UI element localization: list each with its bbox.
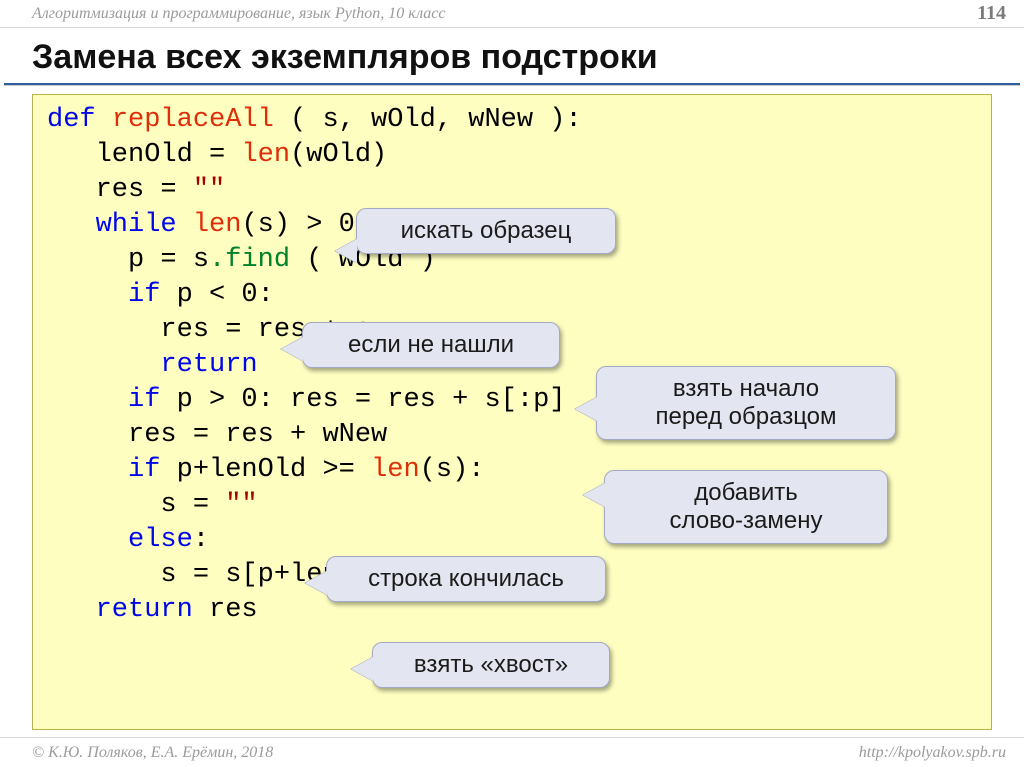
fn-len: len (193, 210, 242, 240)
fn-replaceAll: replaceAll (112, 105, 274, 135)
method-find: .find (209, 245, 290, 275)
kw-def: def (47, 105, 96, 135)
kw-return: return (96, 595, 193, 625)
callout-text: добавитьслово-замену (670, 479, 823, 534)
fn-len: len (241, 140, 290, 170)
kw-return: return (160, 350, 257, 380)
copyright: © К.Ю. Поляков, Е.А. Ерёмин, 2018 (32, 744, 273, 762)
str-empty: "" (193, 175, 225, 205)
callout-search-pattern: искать образец (356, 208, 616, 254)
page-number: 114 (977, 2, 1006, 25)
callout-take-head: взять началоперед образцом (596, 366, 896, 440)
callout-add-replace: добавитьслово-замену (604, 470, 888, 544)
callout-pointer-icon (281, 337, 303, 361)
callout-text: взять «хвост» (414, 651, 568, 678)
str-empty: "" (225, 490, 257, 520)
kw-else: else (128, 525, 193, 555)
callout-pointer-icon (575, 397, 597, 421)
slide-footer: © К.Ю. Поляков, Е.А. Ерёмин, 2018 http:/… (0, 737, 1024, 767)
fn-len: len (371, 455, 420, 485)
kw-while: while (96, 210, 177, 240)
kw-if: if (128, 455, 160, 485)
source-url: http://kpolyakov.spb.ru (859, 744, 1006, 762)
callout-pointer-icon (351, 657, 373, 681)
callout-take-tail: взять «хвост» (372, 642, 610, 688)
callout-text: если не нашли (348, 331, 514, 358)
callout-pointer-icon (335, 239, 357, 263)
slide-header: Алгоритмизация и программирование, язык … (0, 0, 1024, 28)
callout-pointer-icon (305, 571, 327, 595)
callout-text: искать образец (401, 217, 572, 244)
callout-text: взять началоперед образцом (655, 375, 836, 430)
course-title: Алгоритмизация и программирование, язык … (32, 5, 445, 23)
title-underline (4, 83, 1020, 86)
slide-title: Замена всех экземпляров подстроки (0, 28, 1024, 83)
callout-text: строка кончилась (368, 565, 564, 592)
kw-if: if (128, 385, 160, 415)
callout-string-ended: строка кончилась (326, 556, 606, 602)
callout-not-found: если не нашли (302, 322, 560, 368)
kw-if: if (128, 280, 160, 310)
callout-pointer-icon (583, 483, 605, 507)
